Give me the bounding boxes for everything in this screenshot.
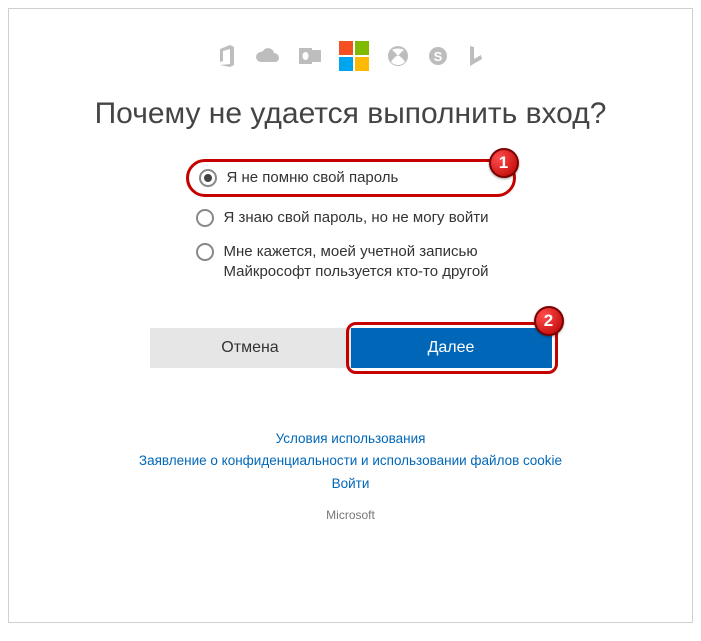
next-button[interactable]: Далее [351,328,552,368]
xbox-icon [387,45,409,67]
annotation-marker-2: 2 [534,306,564,336]
radio-icon [196,243,214,261]
account-recovery-page: S Почему не удается выполнить вход? Я не… [8,8,693,623]
option-account-compromised[interactable]: Мне кажется, моей учетной записью Майкро… [186,235,516,290]
radio-icon [199,169,217,187]
onedrive-icon [255,47,281,65]
radio-icon [196,209,214,227]
microsoft-logo [339,41,369,71]
option-label: Мне кажется, моей учетной записью Майкро… [224,242,506,283]
footer-links: Условия использования Заявление о конфид… [9,428,692,497]
outlook-icon [299,46,321,66]
brand-label: Microsoft [9,508,692,522]
option-forgot-password[interactable]: Я не помню свой пароль 1 [186,159,516,197]
annotation-marker-1: 1 [489,148,519,178]
bing-icon [467,45,485,67]
button-row: Отмена Далее 2 [150,328,552,368]
signin-link[interactable]: Войти [332,476,370,491]
product-icon-row: S [9,9,692,85]
terms-link[interactable]: Условия использования [276,431,426,446]
svg-text:S: S [433,49,442,64]
office-icon [217,45,237,67]
reason-options: Я не помню свой пароль 1 Я знаю свой пар… [186,159,516,290]
option-label: Я знаю свой пароль, но не могу войти [224,208,489,228]
cancel-button[interactable]: Отмена [150,328,351,368]
skype-icon: S [427,45,449,67]
page-title: Почему не удается выполнить вход? [9,85,692,159]
privacy-link[interactable]: Заявление о конфиденциальности и использ… [139,453,562,468]
option-know-password-cant-signin[interactable]: Я знаю свой пароль, но не могу войти [186,201,516,235]
option-label: Я не помню свой пароль [227,168,399,188]
